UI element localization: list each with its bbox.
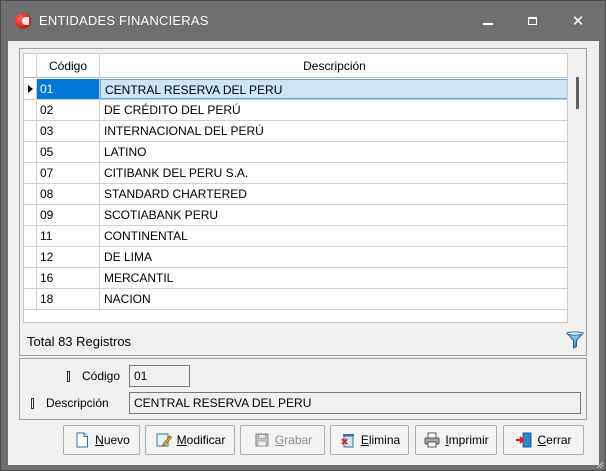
- vertical-scrollbar[interactable]: [569, 53, 586, 323]
- modificar-label: Modificar: [176, 433, 226, 447]
- cell-code[interactable]: 03: [37, 121, 100, 141]
- minimize-button[interactable]: [465, 1, 511, 41]
- cell-code[interactable]: 08: [37, 184, 100, 204]
- cell-code[interactable]: 11: [37, 226, 100, 246]
- table-row[interactable]: 05 LATINO: [24, 142, 567, 163]
- table-row[interactable]: 12 DE LIMA: [24, 247, 567, 268]
- main-window: ENTIDADES FINANCIERAS ✕ Código Descripci…: [0, 0, 606, 471]
- printer-icon: [424, 432, 440, 448]
- save-icon: [255, 433, 269, 447]
- column-header-description[interactable]: Descripción: [100, 54, 567, 78]
- cell-code[interactable]: 07: [37, 163, 100, 183]
- records-grid[interactable]: Código Descripción 01 CENTRAL RESERVA DEL…: [23, 53, 568, 323]
- title-bar[interactable]: ENTIDADES FINANCIERAS ✕: [1, 1, 605, 41]
- elimina-label: Elimina: [360, 433, 401, 447]
- row-indicator: [24, 268, 37, 288]
- cell-description[interactable]: CONTINENTAL: [100, 226, 567, 246]
- cell-description[interactable]: NACION: [100, 289, 567, 309]
- row-indicator: [24, 79, 37, 99]
- row-indicator: [24, 184, 37, 204]
- code-label: Código: [82, 369, 121, 383]
- required-marker: [67, 371, 70, 382]
- imprimir-label: Imprimir: [445, 433, 489, 447]
- client-area: Código Descripción 01 CENTRAL RESERVA DEL…: [8, 41, 599, 465]
- cell-code[interactable]: 01: [37, 79, 100, 99]
- total-records-label: Total 83 Registros: [27, 334, 132, 349]
- cell-description[interactable]: MERCANTIL: [100, 268, 567, 288]
- nuevo-button[interactable]: Nuevo: [63, 425, 140, 455]
- row-indicator: [24, 142, 37, 162]
- nuevo-label: Nuevo: [95, 433, 130, 447]
- grid-header: Código Descripción: [24, 54, 567, 78]
- row-indicator: [24, 121, 37, 141]
- window-title: ENTIDADES FINANCIERAS: [39, 13, 209, 28]
- close-button[interactable]: ✕: [555, 1, 601, 41]
- cell-description[interactable]: DE LIMA: [100, 247, 567, 267]
- row-indicator: [24, 289, 37, 309]
- row-pointer-icon: [28, 85, 33, 93]
- minimize-icon: [483, 23, 493, 25]
- elimina-button[interactable]: Elimina: [330, 425, 409, 455]
- cell-description[interactable]: CENTRAL RESERVA DEL PERU: [100, 79, 567, 99]
- cell-code[interactable]: 12: [37, 247, 100, 267]
- table-row[interactable]: 01 CENTRAL RESERVA DEL PERU: [24, 79, 567, 100]
- grabar-label: Grabar: [274, 433, 313, 447]
- scrollbar-thumb[interactable]: [576, 77, 579, 109]
- required-marker: [31, 398, 34, 409]
- maximize-button[interactable]: [509, 1, 555, 41]
- cell-code[interactable]: 18: [37, 289, 100, 309]
- cell-description[interactable]: STANDARD CHARTERED: [100, 184, 567, 204]
- resize-grip-icon[interactable]: [596, 461, 604, 469]
- table-row[interactable]: 16 MERCANTIL: [24, 268, 567, 289]
- table-row[interactable]: 18 NACION: [24, 289, 567, 310]
- grid-panel: Código Descripción 01 CENTRAL RESERVA DEL…: [19, 48, 587, 356]
- column-header-code[interactable]: Código: [37, 54, 100, 78]
- cell-description[interactable]: LATINO: [100, 142, 567, 162]
- cell-description[interactable]: INTERNACIONAL DEL PERÚ: [100, 121, 567, 141]
- filter-icon[interactable]: [565, 330, 585, 350]
- row-indicator: [24, 163, 37, 183]
- row-indicator: [24, 100, 37, 120]
- row-indicator: [24, 226, 37, 246]
- row-indicator: [24, 205, 37, 225]
- cell-code[interactable]: 02: [37, 100, 100, 120]
- description-field[interactable]: CENTRAL RESERVA DEL PERU: [129, 392, 581, 414]
- cerrar-button[interactable]: Cerrar: [503, 425, 584, 455]
- cell-code[interactable]: 05: [37, 142, 100, 162]
- new-document-icon: [76, 432, 89, 448]
- maximize-icon: [527, 17, 537, 25]
- cell-description[interactable]: SCOTIABANK PERU: [100, 205, 567, 225]
- cerrar-label: Cerrar: [537, 433, 572, 447]
- description-label: Descripción: [46, 396, 109, 410]
- detail-panel: Código 01 Descripción CENTRAL RESERVA DE…: [19, 358, 587, 420]
- row-indicator: [24, 247, 37, 267]
- grabar-button[interactable]: Grabar: [240, 425, 325, 455]
- app-logo-icon: [15, 13, 31, 29]
- table-row[interactable]: 11 CONTINENTAL: [24, 226, 567, 247]
- cell-description[interactable]: DE CRÉDITO DEL PERÚ: [100, 100, 567, 120]
- edit-icon: [156, 433, 172, 447]
- imprimir-button[interactable]: Imprimir: [415, 425, 497, 455]
- table-row[interactable]: 02 DE CRÉDITO DEL PERÚ: [24, 100, 567, 121]
- modificar-button[interactable]: Modificar: [145, 425, 235, 455]
- delete-icon: [341, 434, 354, 448]
- cell-code[interactable]: 09: [37, 205, 100, 225]
- header-indicator: [24, 54, 37, 78]
- table-row[interactable]: 08 STANDARD CHARTERED: [24, 184, 567, 205]
- table-row[interactable]: 09 SCOTIABANK PERU: [24, 205, 567, 226]
- code-field[interactable]: 01: [129, 365, 190, 387]
- table-row[interactable]: 03 INTERNACIONAL DEL PERÚ: [24, 121, 567, 142]
- cell-description[interactable]: CITIBANK DEL PERU S.A.: [100, 163, 567, 183]
- grid-rows: 01 CENTRAL RESERVA DEL PERU 02 DE CRÉDITO D…: [24, 79, 567, 310]
- table-row[interactable]: 07 CITIBANK DEL PERU S.A.: [24, 163, 567, 184]
- close-icon: ✕: [571, 13, 585, 30]
- button-bar: Nuevo Modificar Grabar Elimina Imprimir …: [63, 425, 594, 457]
- exit-door-icon: [516, 432, 532, 448]
- cell-code[interactable]: 16: [37, 268, 100, 288]
